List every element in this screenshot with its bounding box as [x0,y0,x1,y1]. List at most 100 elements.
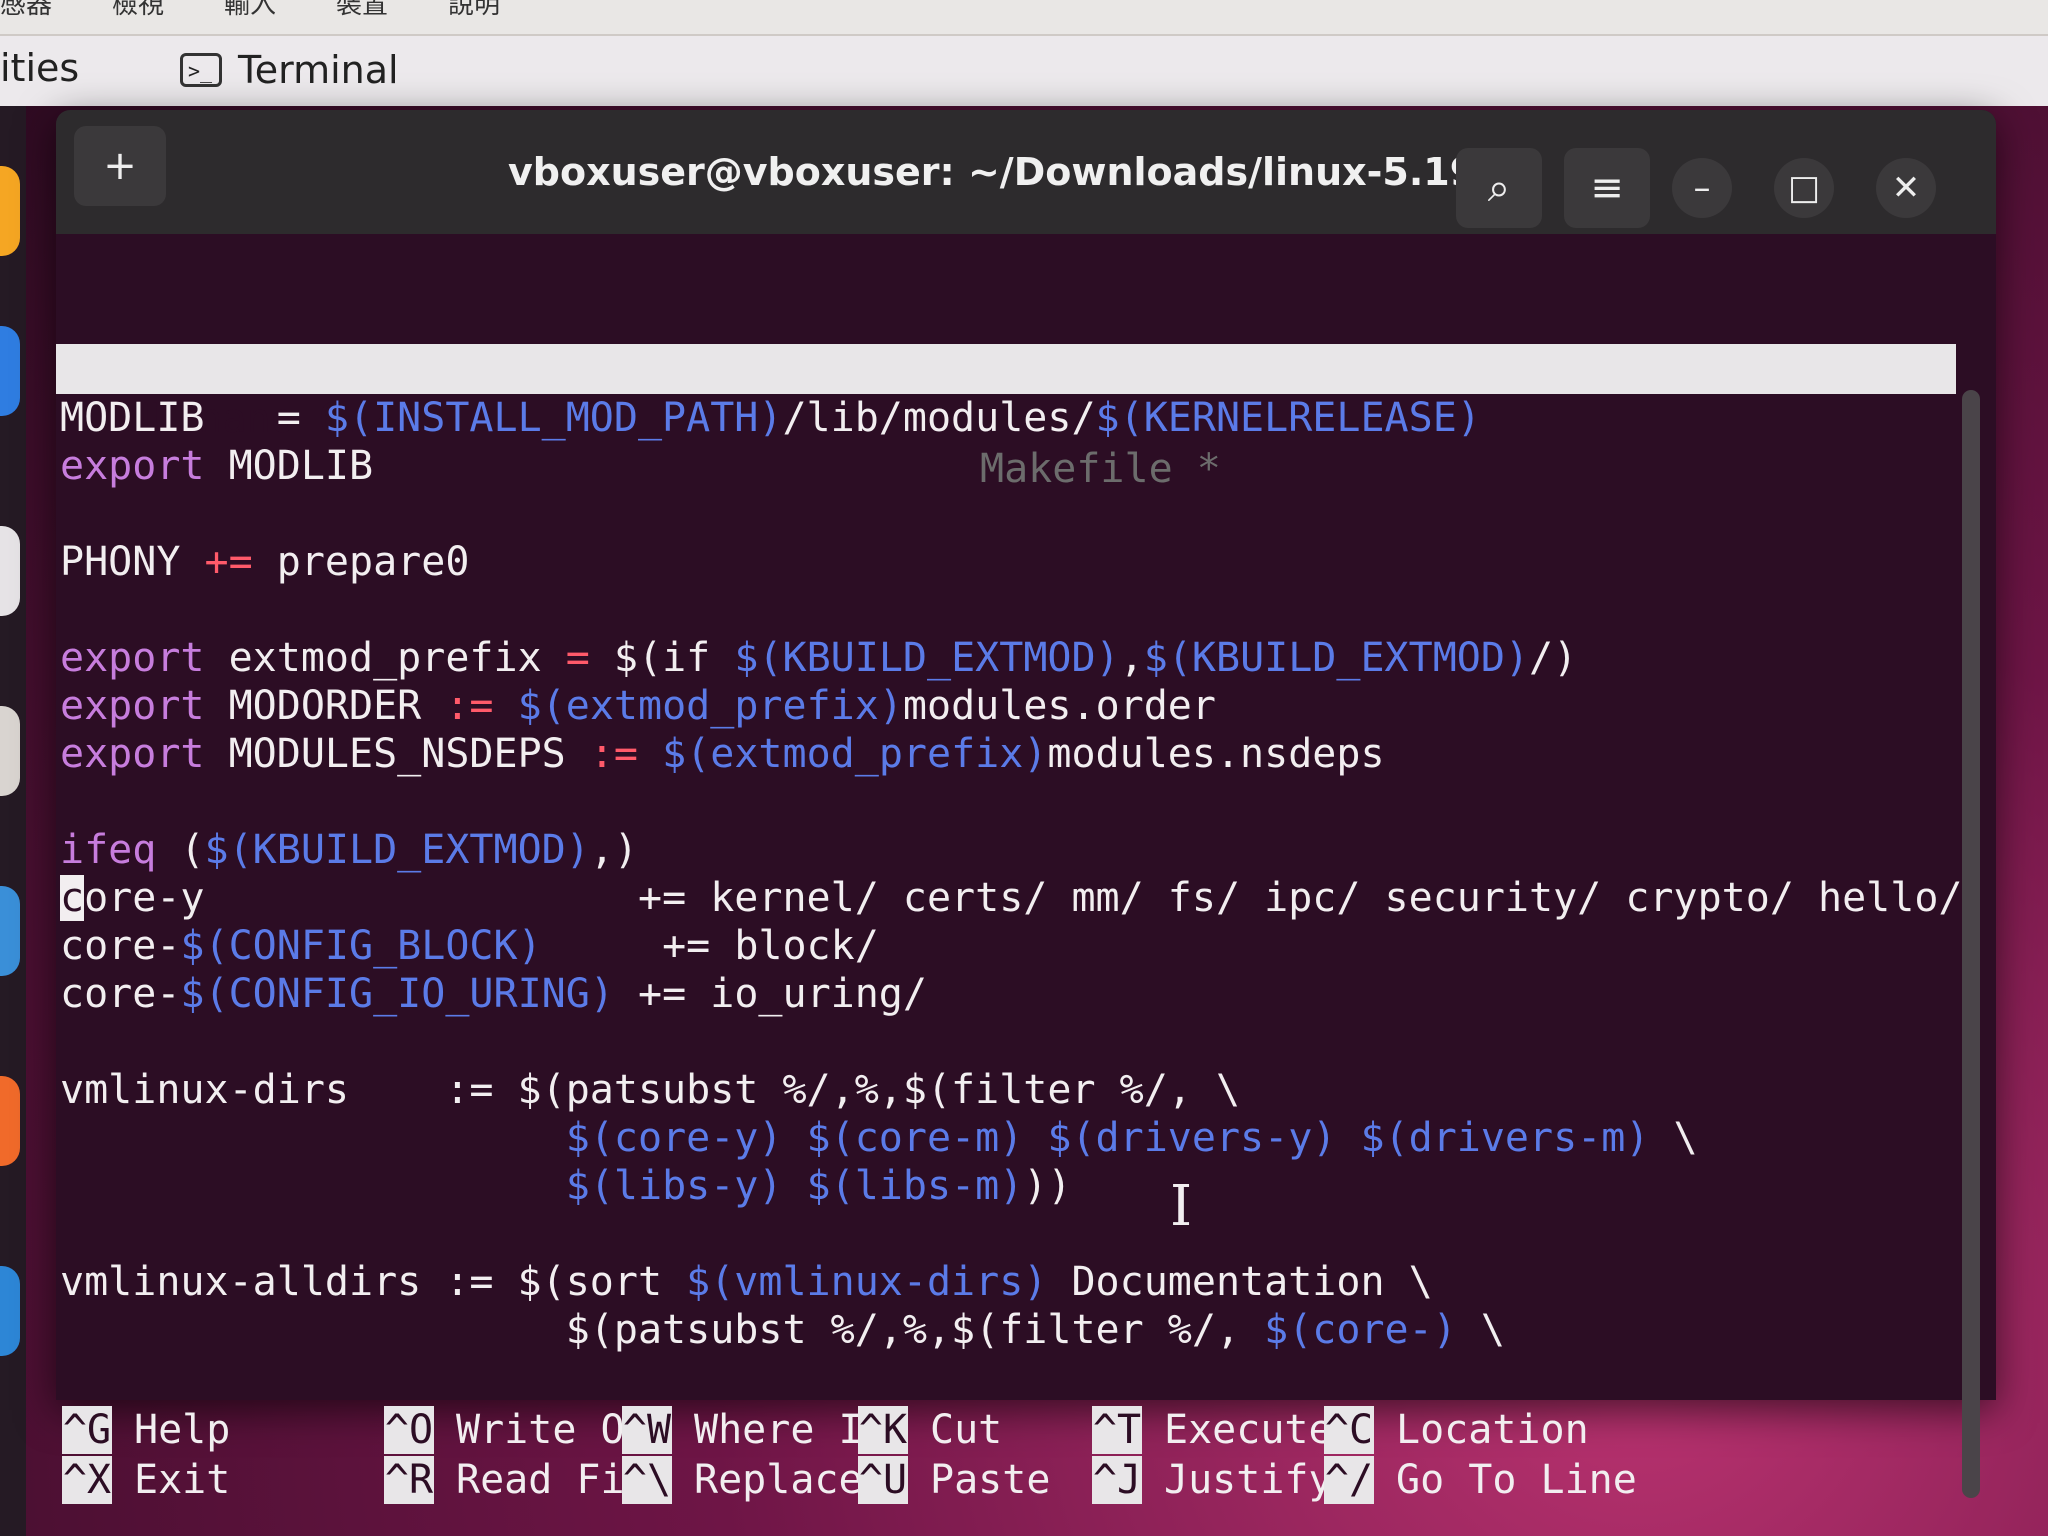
code-line[interactable]: core-$(CONFIG_IO_URING) += io_uring/ [60,970,1960,1018]
code-line[interactable]: $(libs-y) $(libs-m))) [60,1162,1960,1210]
code-token: prepare0 [252,539,470,585]
code-token: export [60,443,205,489]
activities-button[interactable]: ities [0,46,79,90]
new-tab-button[interactable]: + [74,126,166,206]
code-line[interactable] [60,1210,1960,1258]
code-token: export [60,731,205,777]
code-line[interactable] [60,1018,1960,1066]
shortcut-label: Exit [134,1457,231,1503]
code-token: += block/ [541,923,879,969]
code-line[interactable]: export extmod_prefix = $(if $(KBUILD_EXT… [60,634,1960,682]
code-token: modules.order [902,683,1216,729]
top-bar: ities >_ Terminal [0,36,2048,106]
code-token: MODORDER [204,683,446,729]
shortcut-replace[interactable]: ^\ Replace [622,1456,863,1504]
shortcut-execute[interactable]: ^T Execute [1092,1406,1333,1454]
code-line[interactable] [60,490,1960,538]
code-line[interactable] [60,778,1960,826]
code-line[interactable]: export MODLIB [60,442,1960,490]
code-token: $(vmlinux-dirs) [686,1259,1048,1305]
code-token: $(KERNELRELEASE) [1095,395,1481,441]
code-token: $(core-) [1264,1307,1457,1353]
files-icon[interactable] [0,526,20,616]
maximize-button[interactable]: □ [1774,158,1834,218]
shortcut-bar: ^G Help ^X Exit ^O Write Out ^R Read File ^W Wher… [62,1406,1962,1506]
shortcut-key: ^\ [622,1456,672,1504]
code-token: += [204,539,253,585]
code-line[interactable]: core-$(CONFIG_BLOCK) += block/ [60,922,1960,970]
shortcut-key: ^T [1092,1406,1142,1454]
code-line[interactable]: PHONY += prepare0 [60,538,1960,586]
firefox-icon[interactable] [0,166,20,256]
shortcut-cut[interactable]: ^K Cut [858,1406,1002,1454]
shortcut-label: Paste [930,1457,1051,1503]
help-icon[interactable] [0,1266,20,1356]
shortcut-exit[interactable]: ^X Exit [62,1456,230,1504]
code-line[interactable]: MODLIB = $(INSTALL_MOD_PATH)/lib/modules… [60,394,1960,442]
writer-icon[interactable] [0,886,20,976]
code-token: \ [1649,1115,1698,1161]
search-icon[interactable]: ⌕ [1456,148,1542,228]
host-menu-item[interactable]: 裝置 [336,0,388,34]
code-token: ifeq [60,827,157,873]
minimize-button[interactable]: – [1672,158,1732,218]
window-titlebar[interactable]: + vboxuser@vboxuser: ~/Downloads/linux-5… [56,110,1996,234]
shortcut-help[interactable]: ^G Help [62,1406,230,1454]
code-token: $(core-y) $(core-m) $(drivers-y) $(drive… [565,1115,1650,1161]
shortcut-key: ^W [622,1406,672,1454]
shortcut-paste[interactable]: ^U Paste [858,1456,1050,1504]
scrollbar[interactable] [1962,390,1980,1498]
code-token: export [60,683,205,729]
host-menu-item[interactable]: 輸入 [224,0,276,34]
code-line[interactable]: core-y += kernel/ certs/ mm/ fs/ ipc/ se… [60,874,1963,922]
terminal-window: + vboxuser@vboxuser: ~/Downloads/linux-5… [56,110,1996,1504]
code-token: MODLIB [204,443,374,489]
nano-editor[interactable]: GNU nano 6.2 Makefile * MODLIB = $(INSTA… [56,234,1996,1504]
thunderbird-icon[interactable] [0,326,20,416]
code-token: $(KBUILD_EXTMOD) [734,635,1120,681]
code-token: $(if [589,635,735,681]
code-token: modules.nsdeps [1047,731,1385,777]
code-token: $(CONFIG_BLOCK) [180,923,542,969]
code-line[interactable]: export MODORDER := $(extmod_prefix)modul… [60,682,1960,730]
editor-text-area[interactable]: MODLIB = $(INSTALL_MOD_PATH)/lib/modules… [60,394,1963,1354]
code-token: vmlinux-alldirs := $(sort [60,1259,687,1305]
code-token: extmod_prefix [204,635,566,681]
shortcut-label: Cut [930,1407,1003,1453]
code-token: )) [1023,1163,1072,1209]
shortcut-location[interactable]: ^C Location [1324,1406,1589,1454]
code-token: core- [60,923,181,969]
host-menu-item[interactable]: 感器 [0,0,52,34]
software-icon[interactable] [0,1076,20,1166]
shortcut-label: Replace [694,1457,863,1503]
code-line[interactable]: vmlinux-dirs := $(patsubst %/,%,$(filter… [60,1066,1960,1114]
code-token: export [60,635,205,681]
code-token: $(INSTALL_MOD_PATH) [324,395,783,441]
code-line[interactable]: vmlinux-alldirs := $(sort $(vmlinux-dirs… [60,1258,1960,1306]
shortcut-label: Execute [1164,1407,1333,1453]
code-line[interactable] [60,586,1960,634]
host-menu-item[interactable]: 說明 [448,0,500,34]
shortcut-go-to-line[interactable]: ^/ Go To Line [1324,1456,1637,1504]
hamburger-menu-icon[interactable]: ≡ [1564,148,1650,228]
code-token: ,) [589,827,638,873]
close-button[interactable]: ✕ [1876,158,1936,218]
shortcut-where-is[interactable]: ^W Where Is [622,1406,887,1454]
code-token: := [589,731,638,777]
shortcut-justify[interactable]: ^J Justify [1092,1456,1333,1504]
code-token: += io_uring/ [613,971,927,1017]
text-cursor: c [60,875,85,921]
app-menu[interactable]: >_ Terminal [180,48,399,92]
code-line[interactable]: ifeq ($(KBUILD_EXTMOD),) [60,826,1960,874]
code-token: PHONY [60,539,205,585]
code-line[interactable]: export MODULES_NSDEPS := $(extmod_prefix… [60,730,1960,778]
host-menu-item[interactable]: 檢視 [112,0,164,34]
rhythmbox-icon[interactable] [0,706,20,796]
code-token: core- [60,971,181,1017]
code-line[interactable]: $(core-y) $(core-m) $(drivers-y) $(drive… [60,1114,1960,1162]
code-line[interactable]: $(patsubst %/,%,$(filter %/, $(core-) \ [60,1306,1960,1354]
app-menu-label: Terminal [238,48,399,92]
